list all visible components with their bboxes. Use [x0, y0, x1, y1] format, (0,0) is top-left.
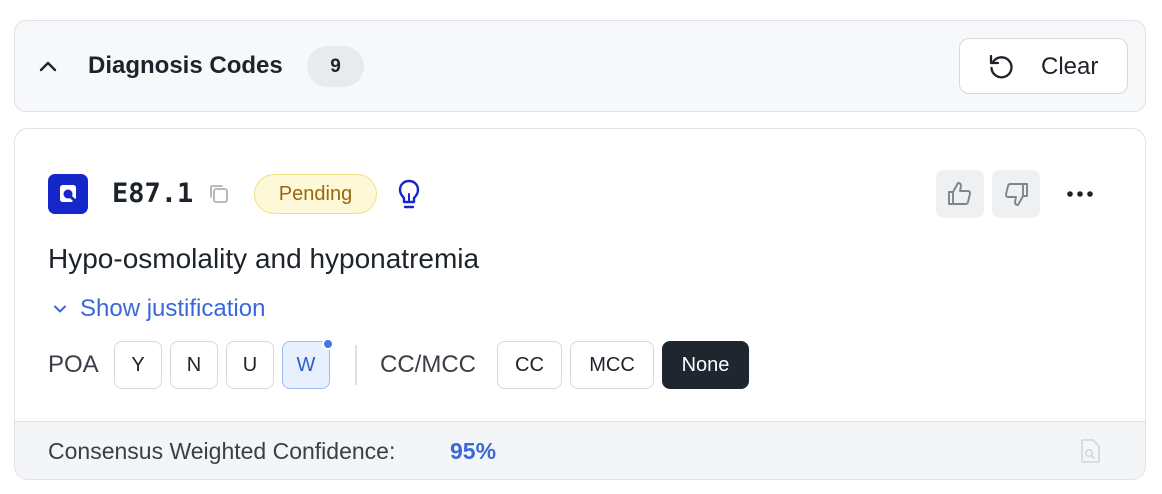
- show-justification-label: Show justification: [80, 295, 266, 322]
- divider: [355, 345, 357, 385]
- more-horizontal-icon[interactable]: [1060, 180, 1100, 208]
- section-title: Diagnosis Codes: [88, 52, 283, 79]
- thumbs-down-icon: [1005, 183, 1028, 206]
- selection-indicator-dot: [322, 338, 334, 350]
- cc-mcc-label: CC/MCC: [380, 351, 476, 378]
- cc-mcc-option-cc[interactable]: CC: [497, 341, 562, 389]
- thumbs-up-button[interactable]: [936, 170, 984, 218]
- show-justification-link[interactable]: Show justification: [48, 293, 265, 325]
- refresh-icon: [986, 52, 1016, 82]
- chevron-up-icon[interactable]: [34, 54, 62, 78]
- lightbulb-icon[interactable]: [395, 178, 423, 212]
- cc-mcc-option-none[interactable]: None: [662, 341, 749, 389]
- poa-label: POA: [48, 351, 99, 378]
- thumbs-up-icon: [948, 182, 971, 205]
- code-description: Hypo-osmolality and hyponatremia: [48, 243, 480, 274]
- poa-option-u[interactable]: U: [226, 341, 274, 389]
- diagnosis-code: E87.1: [112, 178, 194, 209]
- copy-icon[interactable]: [206, 181, 232, 207]
- poa-option-y[interactable]: Y: [114, 341, 162, 389]
- thumbs-down-button[interactable]: [992, 170, 1040, 218]
- count-badge: 9: [307, 46, 364, 87]
- document-search-icon[interactable]: [1078, 437, 1104, 465]
- chevron-down-icon: [54, 305, 66, 313]
- confidence-label: Consensus Weighted Confidence:: [48, 438, 396, 464]
- poa-option-n[interactable]: N: [170, 341, 218, 389]
- app-logo-icon: [48, 174, 88, 214]
- clear-button-label: Clear: [1041, 53, 1099, 80]
- cc-mcc-option-mcc[interactable]: MCC: [570, 341, 654, 389]
- status-badge: Pending: [254, 174, 377, 214]
- clear-button[interactable]: Clear: [959, 38, 1128, 94]
- confidence-value: 95%: [450, 438, 497, 464]
